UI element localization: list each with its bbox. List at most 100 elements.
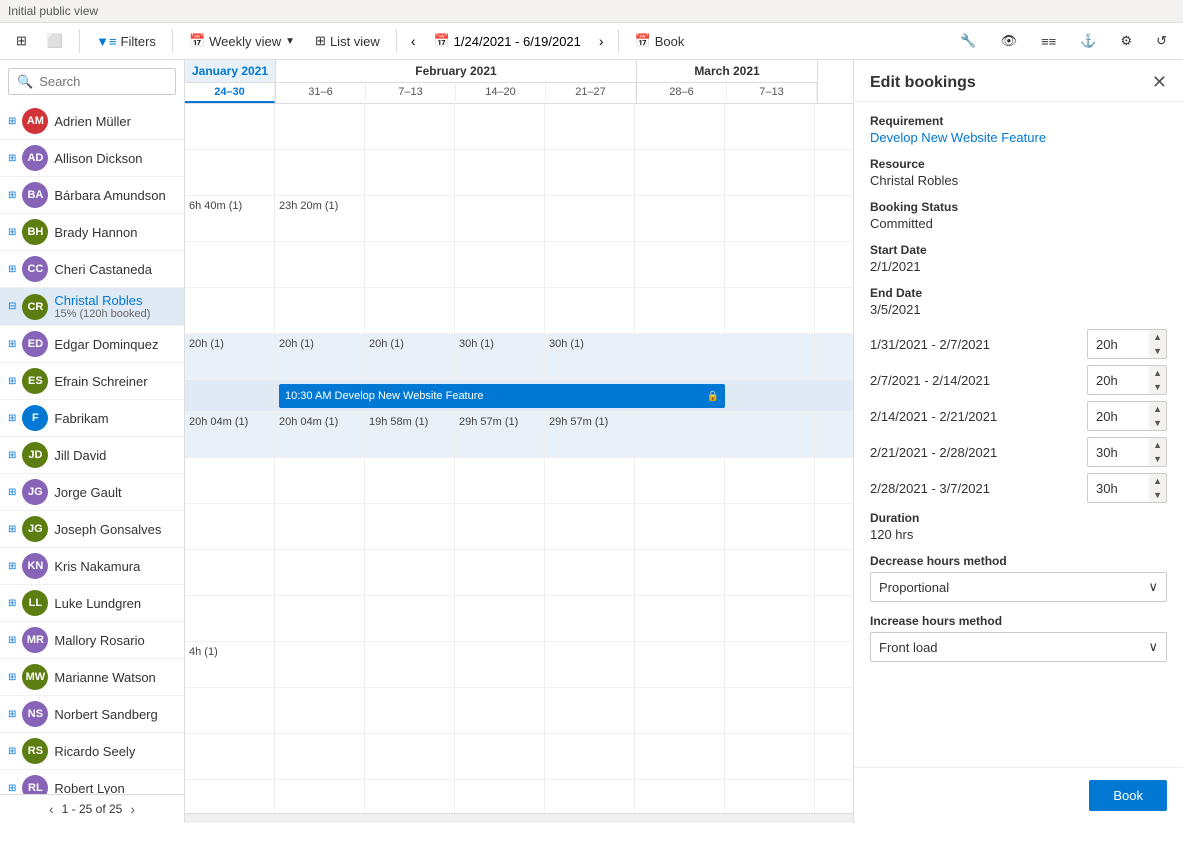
layout-btn[interactable]: ⬜ — [39, 29, 71, 53]
expand-icon[interactable]: ⊞ — [8, 264, 16, 275]
tools-btn2[interactable]: 👁 — [993, 29, 1026, 53]
resource-item-cheri[interactable]: ⊞CCCheri Castaneda — [0, 251, 184, 288]
resource-item-luke[interactable]: ⊞LLLuke Lundgren — [0, 585, 184, 622]
book-toolbar-btn[interactable]: 📅 Book — [627, 29, 693, 53]
hours-input-0[interactable]: 20h ▲ ▼ — [1087, 329, 1167, 359]
resource-item-joseph[interactable]: ⊞JGJoseph Gonsalves — [0, 511, 184, 548]
expand-icon[interactable]: ⊞ — [8, 339, 16, 350]
expand-icon[interactable]: ⊞ — [8, 116, 16, 127]
expand-icon[interactable]: ⊞ — [8, 227, 16, 238]
expand-icon[interactable]: ⊞ — [8, 190, 16, 201]
resource-item-allison[interactable]: ⊞ADAllison Dickson — [0, 140, 184, 177]
resource-item-mallory[interactable]: ⊞MRMallory Rosario — [0, 622, 184, 659]
date-range-label-3: 2/21/2021 - 2/28/2021 — [870, 445, 997, 460]
decrease-hours-select[interactable]: Proportional ∨ — [870, 572, 1167, 602]
cal-cell — [545, 550, 635, 595]
spin-down-0[interactable]: ▼ — [1149, 344, 1166, 358]
list-view-btn[interactable]: ⊞ List view — [307, 29, 388, 53]
expand-icon[interactable]: ⊞ — [8, 635, 16, 646]
expand-icon[interactable]: ⊞ — [8, 450, 16, 461]
cal-cell — [725, 458, 815, 503]
cal-cell — [365, 196, 455, 241]
hours-input-4[interactable]: 30h ▲ ▼ — [1087, 473, 1167, 503]
booking-bar[interactable]: 10:30 AM Develop New Website Feature🔒 — [279, 384, 725, 408]
avatar: BH — [22, 219, 48, 245]
expand-icon[interactable]: ⊟ — [8, 301, 16, 312]
resource-item-barbara[interactable]: ⊞BABárbara Amundson — [0, 177, 184, 214]
cal-cell — [455, 104, 545, 149]
avatar: BA — [22, 182, 48, 208]
expand-icon[interactable]: ⊞ — [8, 672, 16, 683]
calendar-row-christal_bottom: 20h 04m (1)20h 04m (1)19h 58m (1)29h 57m… — [185, 412, 853, 458]
horizontal-scrollbar[interactable] — [185, 813, 853, 823]
filters-btn[interactable]: ▼≡ Filters — [88, 30, 164, 53]
expand-icon[interactable]: ⊞ — [8, 561, 16, 572]
cal-cell — [725, 242, 815, 287]
cal-cell — [275, 288, 365, 333]
spin-down-1[interactable]: ▼ — [1149, 380, 1166, 394]
hours-input-2[interactable]: 20h ▲ ▼ — [1087, 401, 1167, 431]
resource-item-norbert[interactable]: ⊞NSNorbert Sandberg — [0, 696, 184, 733]
close-panel-btn[interactable]: ✕ — [1152, 72, 1167, 93]
resource-item-christal[interactable]: ⊟CRChristal Robles15% (120h booked) — [0, 288, 184, 326]
expand-icon[interactable]: ⊞ — [8, 598, 16, 609]
expand-icon[interactable]: ⊞ — [8, 524, 16, 535]
resource-item-edgar[interactable]: ⊞EDEdgar Dominquez — [0, 326, 184, 363]
spin-down-4[interactable]: ▼ — [1149, 488, 1166, 502]
expand-icon[interactable]: ⊞ — [8, 153, 16, 164]
requirement-value[interactable]: Develop New Website Feature — [870, 130, 1167, 145]
expand-icon[interactable]: ⊞ — [8, 783, 16, 794]
cal-cell — [455, 150, 545, 195]
decrease-hours-value: Proportional — [879, 580, 949, 595]
book-btn[interactable]: Book — [1089, 780, 1167, 811]
expand-collapse-btn[interactable]: ⊞ — [8, 29, 35, 53]
resource-item-ricardo[interactable]: ⊞RSRicardo Seely — [0, 733, 184, 770]
calendar-icon: 📅 — [189, 33, 205, 49]
spin-up-2[interactable]: ▲ — [1149, 402, 1166, 416]
tools-btn1[interactable]: 🔧 — [952, 29, 984, 53]
resource-item-marianne[interactable]: ⊞MWMarianne Watson — [0, 659, 184, 696]
cal-cell: 29h 57m (1) — [545, 412, 635, 457]
spin-up-4[interactable]: ▲ — [1149, 474, 1166, 488]
calendar-row-christal_top: 20h (1)20h (1)20h (1)30h (1)30h (1) — [185, 334, 853, 380]
resource-item-kris[interactable]: ⊞KNKris Nakamura — [0, 548, 184, 585]
date-range-btn[interactable]: 📅 1/24/2021 - 6/19/2021 — [425, 29, 588, 53]
tools-btn6[interactable]: ↺ — [1148, 29, 1175, 53]
resource-item-efrain[interactable]: ⊞ESEfrain Schreiner — [0, 363, 184, 400]
spin-down-3[interactable]: ▼ — [1149, 452, 1166, 466]
resource-item-jorge[interactable]: ⊞JGJorge Gault — [0, 474, 184, 511]
hours-input-1[interactable]: 20h ▲ ▼ — [1087, 365, 1167, 395]
hours-input-3[interactable]: 30h ▲ ▼ — [1087, 437, 1167, 467]
resource-item-fabrikam[interactable]: ⊞FFabrikam — [0, 400, 184, 437]
expand-icon[interactable]: ⊞ — [8, 746, 16, 757]
prev-page-btn[interactable]: ‹ — [49, 801, 54, 817]
resource-item-adrien[interactable]: ⊞AMAdrien Müller — [0, 103, 184, 140]
expand-icon[interactable]: ⊞ — [8, 376, 16, 387]
resource-item-brady[interactable]: ⊞BHBrady Hannon — [0, 214, 184, 251]
cal-cell — [365, 550, 455, 595]
increase-hours-select[interactable]: Front load ∨ — [870, 632, 1167, 662]
date-range-row-4: 2/28/2021 - 3/7/2021 30h ▲ ▼ — [870, 473, 1167, 503]
week-label-feb: 21–27 — [546, 83, 636, 101]
duration-label: Duration — [870, 511, 1167, 525]
expand-icon[interactable]: ⊞ — [8, 709, 16, 720]
prev-date-btn[interactable]: ‹ — [405, 29, 422, 53]
spin-down-2[interactable]: ▼ — [1149, 416, 1166, 430]
tools-btn3[interactable]: ≡≡ — [1033, 30, 1064, 53]
spin-up-1[interactable]: ▲ — [1149, 366, 1166, 380]
next-page-btn[interactable]: › — [130, 801, 135, 817]
resource-item-jill[interactable]: ⊞JDJill David — [0, 437, 184, 474]
spin-up-0[interactable]: ▲ — [1149, 330, 1166, 344]
tools-btn4[interactable]: ⚓ — [1072, 29, 1104, 53]
booking-bar-icon: 🔒 — [707, 391, 719, 402]
calendar-row-christal_booking: 10:30 AM Develop New Website Feature🔒 — [185, 380, 853, 412]
spin-up-3[interactable]: ▲ — [1149, 438, 1166, 452]
tools-btn5[interactable]: ⚙ — [1112, 29, 1140, 53]
date-range-label-4: 2/28/2021 - 3/7/2021 — [870, 481, 990, 496]
resource-name: Luke Lundgren — [54, 596, 141, 611]
expand-icon[interactable]: ⊞ — [8, 487, 16, 498]
weekly-view-btn[interactable]: 📅 Weekly view ▼ — [181, 29, 303, 53]
expand-icon[interactable]: ⊞ — [8, 413, 16, 424]
next-date-btn[interactable]: › — [593, 29, 610, 53]
resource-item-robert[interactable]: ⊞RLRobert Lyon — [0, 770, 184, 794]
